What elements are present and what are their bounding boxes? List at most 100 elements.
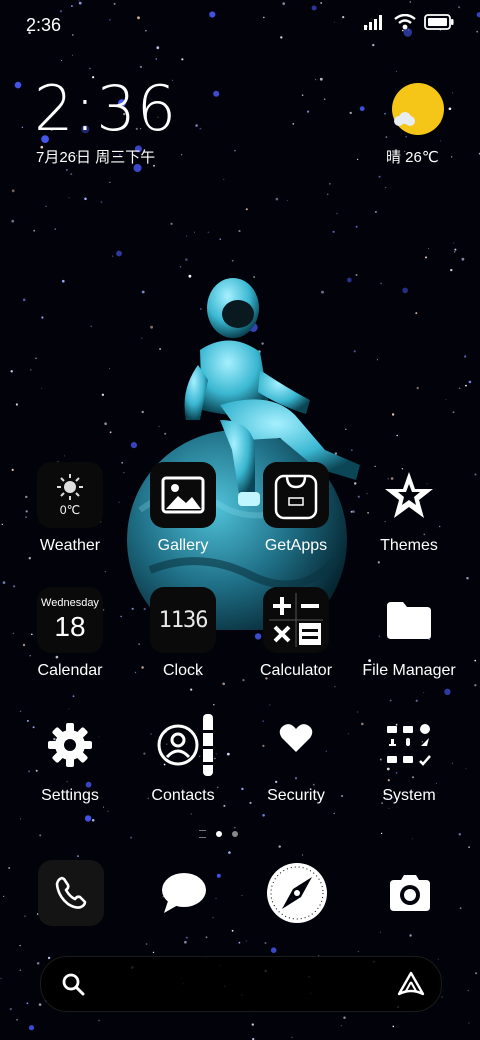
- app-label: Security: [267, 787, 325, 804]
- clock-widget-time[interactable]: 2:36: [34, 74, 177, 144]
- app-label: Settings: [41, 787, 99, 804]
- star: [213, 704, 215, 706]
- star: [228, 851, 231, 854]
- folder-icon: [376, 587, 442, 653]
- app-clock[interactable]: 1136 Clock: [128, 587, 238, 697]
- star: [15, 403, 18, 406]
- star: [41, 316, 44, 319]
- star: [356, 158, 359, 161]
- page-indicator-list: [199, 830, 206, 838]
- search-bar[interactable]: [40, 956, 442, 1012]
- dock-camera[interactable]: [377, 860, 443, 926]
- app-gallery[interactable]: Gallery: [128, 462, 238, 572]
- star: [9, 1007, 12, 1011]
- star: [416, 386, 419, 390]
- heart-icon: [263, 712, 329, 778]
- app-contacts[interactable]: Contacts: [128, 712, 238, 822]
- star: [380, 832, 383, 835]
- signal-icon: [364, 15, 382, 30]
- star: [24, 915, 26, 917]
- dock-phone[interactable]: [38, 860, 104, 926]
- star: [195, 124, 198, 127]
- app-label: Clock: [162, 662, 203, 679]
- status-icons: [364, 14, 454, 30]
- app-calculator[interactable]: Calculator: [241, 587, 351, 697]
- star: [287, 200, 289, 201]
- star: [90, 325, 92, 327]
- dock-browser[interactable]: [264, 860, 330, 926]
- astronaut-wallpaper-art: [127, 278, 360, 630]
- star: [109, 368, 111, 369]
- dock-messages[interactable]: [151, 860, 217, 926]
- star: [47, 956, 51, 960]
- search-icon[interactable]: [61, 972, 85, 996]
- star: [465, 768, 467, 770]
- app-security[interactable]: Security: [241, 712, 351, 822]
- star: [461, 257, 465, 261]
- star: [468, 1022, 470, 1024]
- star: [395, 70, 397, 72]
- star: [101, 393, 105, 396]
- message-icon: [162, 873, 206, 913]
- star: [84, 197, 87, 201]
- star: [336, 213, 338, 215]
- star: [355, 225, 358, 228]
- star: [474, 684, 477, 687]
- star: [71, 54, 73, 56]
- star: [11, 468, 14, 471]
- page-dot-active: [216, 831, 222, 837]
- star: [66, 169, 68, 171]
- app-label: Calculator: [259, 662, 333, 679]
- star: [412, 838, 414, 840]
- star: [269, 704, 271, 706]
- app-getapps[interactable]: GetApps: [241, 462, 351, 572]
- star: [111, 255, 114, 257]
- star: [35, 357, 37, 359]
- page-indicator[interactable]: [199, 830, 238, 838]
- weather-icon: 0℃: [37, 462, 103, 528]
- cloud-icon: [394, 112, 415, 126]
- app-label: Themes: [380, 537, 438, 554]
- star: [77, 855, 79, 857]
- star: [374, 210, 377, 213]
- weather-widget[interactable]: 晴 26℃: [380, 80, 460, 170]
- star: [145, 943, 148, 945]
- app-themes[interactable]: Themes: [354, 462, 464, 572]
- app-file-manager[interactable]: File Manager: [354, 587, 464, 697]
- star: [458, 387, 461, 390]
- star: [104, 422, 107, 426]
- star: [415, 312, 418, 315]
- weather-tile-temp: 0℃: [59, 503, 81, 517]
- app-system[interactable]: System: [354, 712, 464, 822]
- star: [409, 934, 412, 937]
- calculator-icon: [263, 587, 329, 653]
- star: [428, 247, 430, 249]
- star: [179, 266, 182, 268]
- themes-icon: [376, 462, 442, 528]
- star: [275, 197, 279, 201]
- star: [349, 111, 352, 115]
- star: [155, 58, 158, 60]
- star: [468, 846, 470, 848]
- contacts-icon: [150, 712, 216, 778]
- star: [270, 947, 277, 953]
- star: [10, 370, 13, 373]
- assistant-icon[interactable]: [397, 971, 425, 997]
- star: [223, 179, 225, 180]
- star: [415, 699, 418, 702]
- app-calendar[interactable]: Wednesday 18 Calendar: [15, 587, 125, 697]
- star: [452, 411, 455, 414]
- app-label: File Manager: [362, 662, 456, 679]
- app-label: Gallery: [157, 537, 209, 554]
- app-weather[interactable]: 0℃ Weather: [15, 462, 125, 572]
- star: [437, 958, 439, 960]
- app-settings[interactable]: Settings: [15, 712, 125, 822]
- star: [36, 962, 40, 965]
- star: [378, 175, 381, 178]
- star: [194, 231, 195, 233]
- star: [19, 945, 21, 947]
- star: [380, 931, 382, 933]
- star: [315, 79, 317, 81]
- calendar-icon: Wednesday 18: [37, 587, 103, 653]
- clock-widget-date[interactable]: 7月26日 周三下午: [36, 146, 155, 167]
